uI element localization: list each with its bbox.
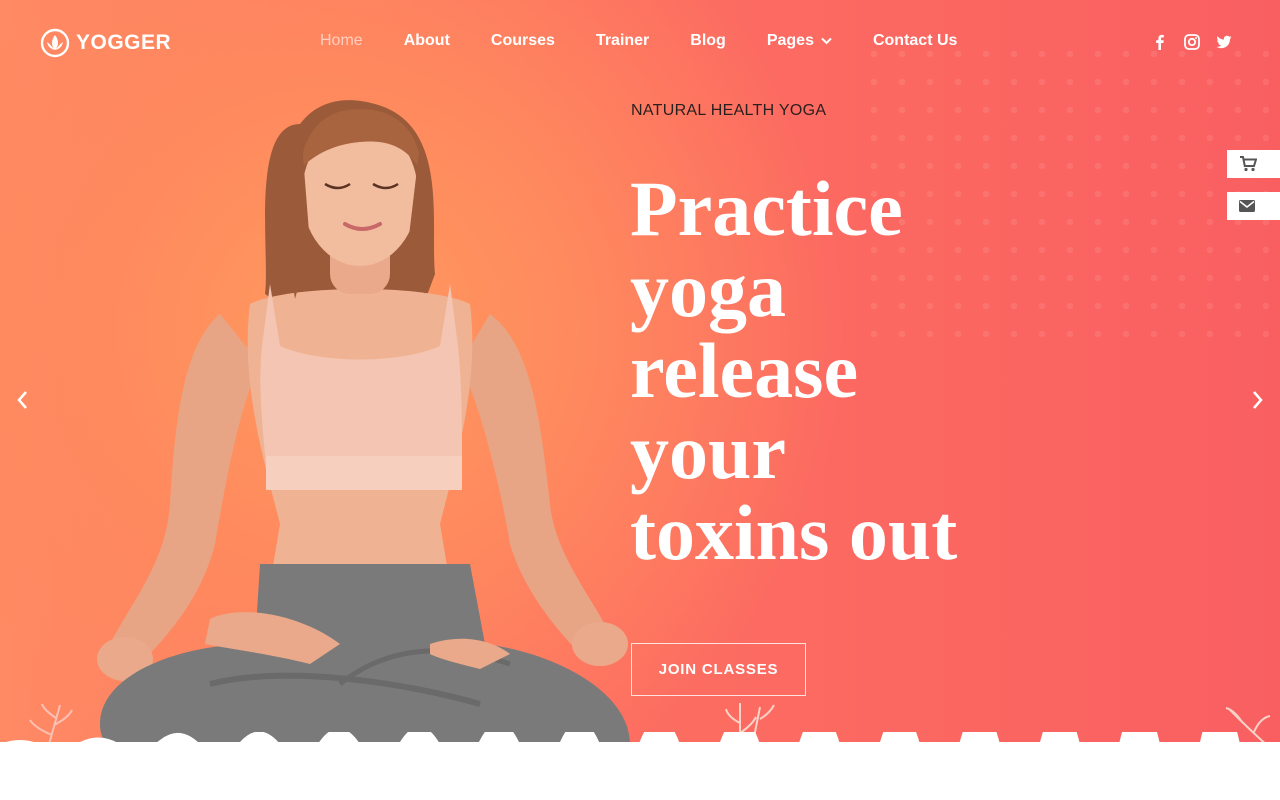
nav-item-label: Blog	[690, 32, 726, 49]
headline-line: Practice	[630, 165, 903, 252]
brand-name: YOGGER	[76, 31, 172, 54]
twitter-icon[interactable]	[1216, 34, 1232, 50]
hero-headline: Practice yoga release your toxins out	[630, 168, 1050, 573]
chevron-right-icon	[1253, 391, 1263, 409]
envelope-icon	[1239, 200, 1255, 212]
headline-line: release	[630, 327, 859, 414]
slider-prev-button[interactable]	[10, 388, 34, 412]
main-nav: Home About Courses Trainer Blog Pages Co…	[320, 32, 957, 50]
nav-item-home[interactable]: Home	[320, 32, 363, 50]
nav-item-label: Contact Us	[872, 32, 958, 49]
slider-next-button[interactable]	[1246, 388, 1270, 412]
nav-item-blog[interactable]: Blog	[690, 32, 726, 50]
nav-item-courses[interactable]: Courses	[491, 32, 555, 50]
headline-line: toxins out	[630, 489, 958, 576]
nav-item-trainer[interactable]: Trainer	[596, 32, 649, 50]
nav-item-pages[interactable]: Pages	[767, 32, 832, 50]
join-classes-button[interactable]: JOIN CLASSES	[631, 643, 806, 696]
brand-logo[interactable]: YOGGER	[40, 28, 171, 58]
lotus-icon	[40, 28, 70, 58]
nav-item-label: Courses	[490, 32, 555, 49]
nav-item-contact[interactable]: Contact Us	[873, 32, 957, 50]
cart-icon	[1240, 156, 1257, 172]
mail-tab[interactable]	[1227, 192, 1280, 220]
chevron-left-icon	[17, 391, 27, 409]
headline-line: your	[630, 408, 786, 495]
nav-item-about[interactable]: About	[404, 32, 450, 50]
instagram-icon[interactable]	[1184, 34, 1200, 50]
cart-tab[interactable]	[1227, 150, 1280, 178]
yoga-woman-illustration	[97, 100, 630, 788]
nav-item-label: Pages	[766, 32, 814, 49]
nav-item-label: Home	[320, 32, 363, 49]
social-links	[1152, 34, 1232, 50]
ground-strip	[0, 732, 1280, 800]
nav-item-label: Trainer	[595, 32, 650, 49]
facebook-icon[interactable]	[1152, 34, 1168, 50]
headline-line: yoga	[630, 246, 786, 333]
chevron-down-icon	[821, 37, 832, 45]
hero-eyebrow: NATURAL HEALTH YOGA	[631, 102, 827, 119]
nav-item-label: About	[403, 32, 450, 49]
